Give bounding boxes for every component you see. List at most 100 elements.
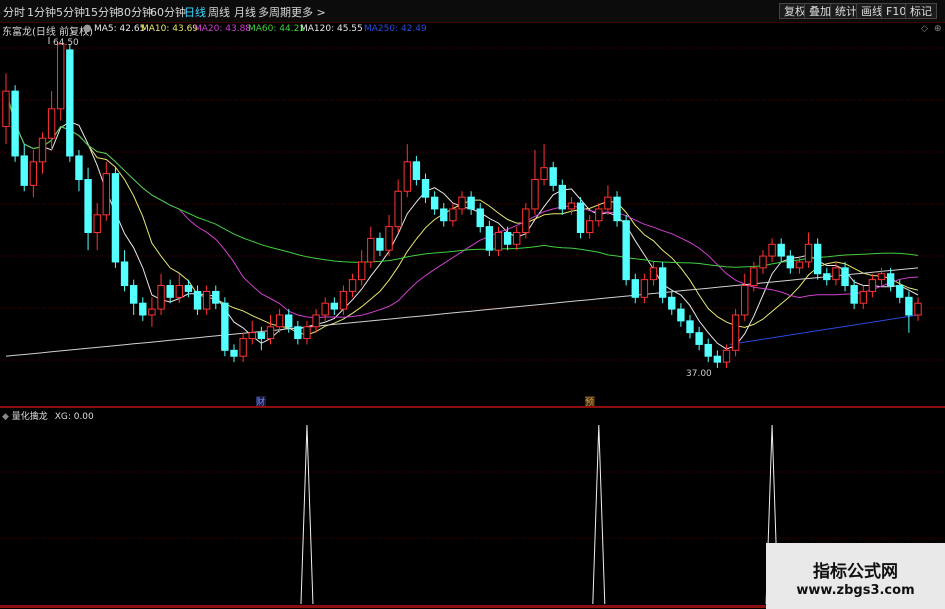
candle-body <box>376 237 384 251</box>
kline-chart[interactable]: 64.50 37.00 财 预 <box>0 0 945 609</box>
indicator-value: XG: 0.00 <box>54 412 94 422</box>
candle-body <box>47 108 56 139</box>
candle-body <box>57 43 65 110</box>
candle-body <box>604 196 612 210</box>
candle-body <box>531 178 539 210</box>
candle-body <box>102 173 111 216</box>
candle-body <box>722 349 731 363</box>
signal-spike <box>592 424 606 605</box>
candle-body <box>412 161 421 180</box>
candle-body <box>576 202 585 234</box>
candle-body <box>230 349 238 357</box>
period-tab-7[interactable]: 周线 <box>208 4 230 20</box>
candle-body <box>421 178 430 198</box>
candle-body <box>558 184 567 210</box>
candle-body <box>896 285 904 298</box>
tool-button-5[interactable]: 标记 <box>905 3 937 19</box>
period-tab-8[interactable]: 月线 <box>234 4 256 20</box>
candle-body <box>859 290 867 304</box>
candle-body <box>385 226 393 251</box>
candle-body <box>522 208 530 234</box>
diamond-icon[interactable]: ◇ <box>921 24 928 34</box>
panel-separator <box>0 406 945 408</box>
candle-body <box>795 261 804 269</box>
candle-body <box>285 314 293 328</box>
indicator-settings-icon[interactable]: ◆ <box>2 412 9 422</box>
candle-body <box>759 255 767 269</box>
candle-body <box>905 296 913 316</box>
period-toolbar: 分时 1分钟 5分钟 15分钟 30分钟 60分钟 日线 周线 月线 多周期 更多 > 复权 叠加 统计画… <box>0 0 945 23</box>
watermark-title: 指标公式网 <box>813 562 898 582</box>
candle-body <box>877 273 886 281</box>
candle-body <box>832 267 840 281</box>
candle-body <box>339 290 348 310</box>
candle-body <box>20 155 28 186</box>
period-tab-3[interactable]: 15分钟 <box>84 4 120 20</box>
candle-body <box>741 285 749 316</box>
candle-body <box>266 326 275 340</box>
candle-body <box>595 208 603 222</box>
candle-body <box>476 208 484 228</box>
candle-body <box>166 285 174 298</box>
period-tab-9[interactable]: 多周期 <box>258 4 291 20</box>
candle-body <box>221 302 229 351</box>
candle-body <box>750 267 758 287</box>
ma-legend-item: MA120: 45.55 <box>300 24 363 34</box>
candle-body <box>704 343 712 357</box>
low-price-label: 37.00 <box>686 369 712 379</box>
candle-body <box>668 296 676 310</box>
candle-body <box>686 320 694 334</box>
candle-body <box>850 285 858 304</box>
period-tab-1[interactable]: 1分钟 <box>27 4 56 20</box>
candle-body <box>75 155 83 180</box>
candle-body <box>394 190 402 228</box>
candle-body <box>768 243 776 257</box>
candle-body <box>248 332 256 340</box>
period-tab-2[interactable]: 5分钟 <box>56 4 85 20</box>
candle-body <box>777 243 785 257</box>
candle-body <box>813 243 822 275</box>
candle-body <box>11 90 19 157</box>
candle-body <box>29 161 38 186</box>
candle-body <box>38 137 47 163</box>
candle-body <box>157 285 165 310</box>
candle-body <box>321 302 329 316</box>
candle-body <box>494 232 503 251</box>
candle-body <box>294 326 302 340</box>
candle-body <box>649 267 658 281</box>
ma-legend-item: MA10: 43.69 <box>141 24 199 34</box>
candle-body <box>184 285 193 292</box>
candle-body <box>622 220 630 281</box>
ma-legend-item: MA20: 43.88 <box>194 24 252 34</box>
candle-body <box>886 273 895 287</box>
candle-body <box>84 178 92 234</box>
period-tab-5[interactable]: 60分钟 <box>150 4 186 20</box>
candle-body <box>540 167 548 180</box>
candle-body <box>467 196 475 210</box>
candle-body <box>111 173 120 263</box>
period-tab-10[interactable]: 更多 > <box>291 4 326 20</box>
watermark-url: www.zbgs3.com <box>796 583 915 598</box>
ma-legend-item: MA5: 42.65 <box>94 24 146 34</box>
ma-legend-item: MA250: 42.49 <box>364 24 427 34</box>
price-grid <box>0 47 945 539</box>
candle-body <box>66 49 74 157</box>
period-tab-0[interactable]: 分时 <box>3 4 25 20</box>
candle-body <box>367 237 375 263</box>
period-tab-6[interactable]: 日线 <box>184 4 206 20</box>
candle-body <box>148 308 156 316</box>
watermark: 指标公式网 www.zbgs3.com <box>766 543 945 609</box>
high-price-label: 64.50 <box>53 38 79 48</box>
candle-body <box>513 232 521 245</box>
candle-body <box>868 279 877 292</box>
candle-body <box>631 279 639 298</box>
period-tab-4[interactable]: 30分钟 <box>117 4 153 20</box>
candle-body <box>804 243 813 263</box>
signal-spikes <box>300 424 779 605</box>
candle-body <box>440 208 448 222</box>
candle-body <box>695 332 703 345</box>
candle-body <box>357 261 366 281</box>
candle-body <box>713 355 722 363</box>
settings-icon[interactable]: ● <box>83 23 92 34</box>
plus-icon[interactable]: ⊕ <box>934 24 942 34</box>
